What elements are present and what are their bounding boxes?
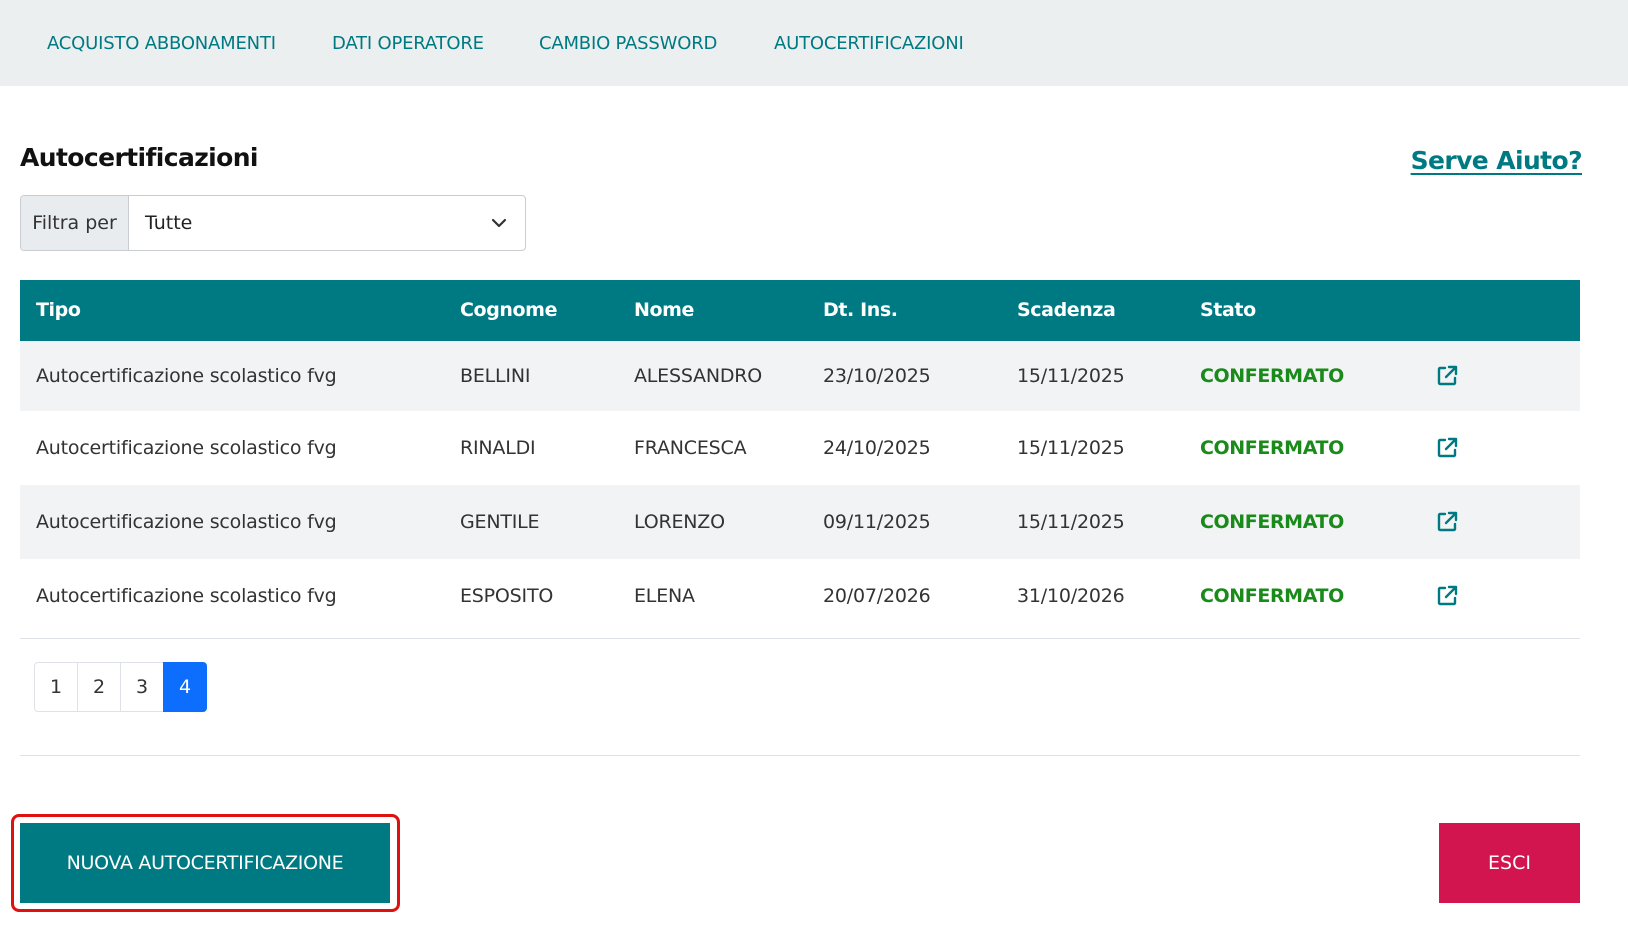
nav-acquisto-abbonamenti[interactable]: ACQUISTO ABBONAMENTI [47,33,276,54]
table-divider [20,638,1580,639]
filter-selected-value: Tutte [145,212,193,234]
filter-label: Filtra per [21,196,129,250]
table-row: Autocertificazione scolastico fvg GENTIL… [20,485,1580,559]
cell-scadenza: 15/11/2025 [1017,365,1125,387]
external-link-icon[interactable] [1435,436,1459,460]
external-link-icon[interactable] [1435,364,1459,388]
table-row: Autocertificazione scolastico fvg ESPOSI… [20,559,1580,633]
header-nome: Nome [634,299,695,321]
filter-group: Filtra per Tutte [20,195,526,251]
cell-scadenza: 31/10/2026 [1017,585,1125,607]
table-row: Autocertificazione scolastico fvg BELLIN… [20,341,1580,411]
top-navigation: ACQUISTO ABBONAMENTI DATI OPERATORE CAMB… [0,0,1628,86]
page-2-button[interactable]: 2 [77,662,121,712]
page-title: Autocertificazioni [20,143,259,172]
header-scadenza: Scadenza [1017,299,1116,321]
external-link-icon[interactable] [1435,584,1459,608]
header-cognome: Cognome [460,299,558,321]
help-link[interactable]: Serve Aiuto? [1411,146,1583,175]
status-badge: CONFERMATO [1200,585,1344,607]
cell-tipo: Autocertificazione scolastico fvg [36,365,337,387]
nav-autocertificazioni[interactable]: AUTOCERTIFICAZIONI [774,33,964,54]
cell-cognome: RINALDI [460,437,536,459]
cell-cognome: ESPOSITO [460,585,554,607]
nav-cambio-password[interactable]: CAMBIO PASSWORD [539,33,717,54]
pagination: 1 2 3 4 [34,662,207,712]
new-autocertificazione-button[interactable]: NUOVA AUTOCERTIFICAZIONE [20,823,390,903]
cell-cognome: BELLINI [460,365,531,387]
header-tipo: Tipo [36,299,81,321]
cell-scadenza: 15/11/2025 [1017,511,1125,533]
external-link-icon[interactable] [1435,510,1459,534]
nav-dati-operatore[interactable]: DATI OPERATORE [332,33,484,54]
status-badge: CONFERMATO [1200,511,1344,533]
cell-dt-ins: 20/07/2026 [823,585,931,607]
cell-dt-ins: 09/11/2025 [823,511,931,533]
cell-nome: FRANCESCA [634,437,747,459]
section-divider [20,755,1580,756]
page-3-button[interactable]: 3 [120,662,164,712]
cell-nome: ELENA [634,585,695,607]
cell-tipo: Autocertificazione scolastico fvg [36,585,337,607]
status-badge: CONFERMATO [1200,437,1344,459]
header-dt-ins: Dt. Ins. [823,299,898,321]
cell-dt-ins: 24/10/2025 [823,437,931,459]
cell-tipo: Autocertificazione scolastico fvg [36,437,337,459]
exit-button[interactable]: ESCI [1439,823,1580,903]
chevron-down-icon [491,218,507,228]
filter-select[interactable]: Tutte [129,196,525,250]
page-4-button[interactable]: 4 [163,662,207,712]
cell-nome: ALESSANDRO [634,365,763,387]
table-row: Autocertificazione scolastico fvg RINALD… [20,411,1580,485]
cell-nome: LORENZO [634,511,725,533]
page-1-button[interactable]: 1 [34,662,78,712]
cell-tipo: Autocertificazione scolastico fvg [36,511,337,533]
cell-scadenza: 15/11/2025 [1017,437,1125,459]
cell-cognome: GENTILE [460,511,540,533]
table-header: Tipo Cognome Nome Dt. Ins. Scadenza Stat… [20,280,1580,341]
cell-dt-ins: 23/10/2025 [823,365,931,387]
autocertificazioni-table: Tipo Cognome Nome Dt. Ins. Scadenza Stat… [20,280,1580,633]
status-badge: CONFERMATO [1200,365,1344,387]
header-stato: Stato [1200,299,1256,321]
